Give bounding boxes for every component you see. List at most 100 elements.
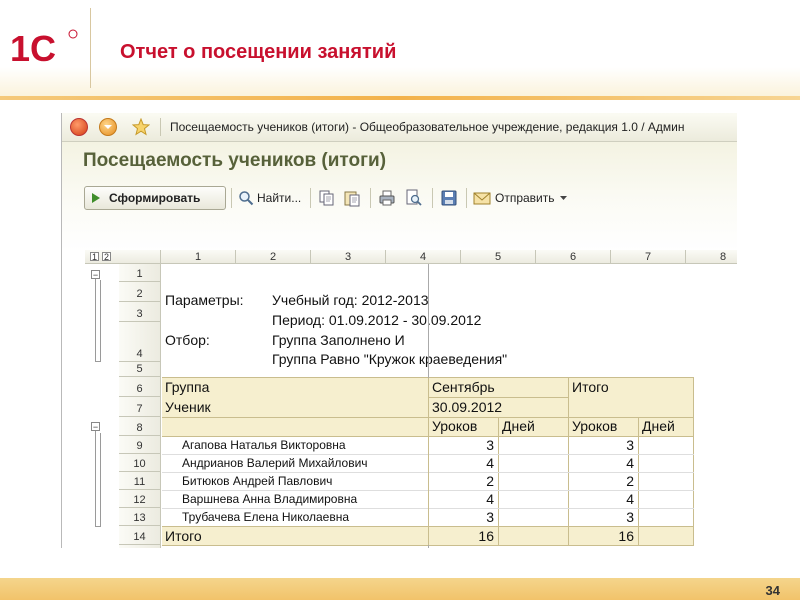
grand-total-lessons: 16 — [618, 528, 634, 544]
student-name[interactable]: Агапова Наталья Викторовна — [182, 438, 346, 452]
student-lessons: 3 — [486, 437, 494, 453]
table-border — [693, 377, 694, 545]
generate-report-button[interactable]: Сформировать — [84, 186, 226, 210]
table-border — [428, 397, 568, 398]
header-total-lessons: Уроков — [572, 418, 618, 434]
paste-button[interactable] — [343, 188, 361, 208]
column-header[interactable]: 6 — [536, 250, 611, 264]
parameter-period: Период: 01.09.2012 - 30.09.2012 — [272, 312, 482, 328]
logo-separator — [90, 8, 91, 88]
print-button[interactable] — [378, 188, 396, 208]
group-outline-line — [100, 280, 101, 361]
group-outline-line — [95, 431, 96, 526]
send-button[interactable]: Отправить — [473, 188, 567, 208]
toolbar-separator — [370, 188, 371, 208]
toolbar-separator — [310, 188, 311, 208]
app-window: Посещаемость учеников (итоги) - Общеобра… — [61, 113, 737, 548]
report-spreadsheet[interactable]: 1 2 1 2 3 4 5 6 7 8 − − 1 2 3 4 5 6 7 8 … — [85, 250, 737, 548]
find-label: Найти... — [257, 191, 302, 205]
student-name[interactable]: Варшнева Анна Владимировна — [182, 492, 357, 506]
column-header[interactable]: 7 — [611, 250, 686, 264]
collapse-group-icon[interactable]: − — [91, 422, 100, 432]
printer-icon — [379, 190, 395, 206]
row-header[interactable]: 12 — [119, 490, 161, 508]
print-preview-button[interactable] — [405, 188, 423, 208]
row-header[interactable]: 10 — [119, 454, 161, 472]
filter-condition-2: Группа Равно "Кружок краеведения" — [272, 351, 508, 367]
1c-logo: 1С — [10, 28, 78, 68]
slide-footer — [0, 578, 800, 600]
student-total-lessons: 4 — [626, 491, 634, 507]
envelope-icon — [473, 192, 491, 205]
row-header[interactable]: 5 — [119, 362, 161, 377]
row-header[interactable]: 14 — [119, 526, 161, 545]
header-lessons: Уроков — [432, 418, 478, 434]
row-header[interactable]: 4 — [119, 322, 161, 362]
find-button[interactable]: Найти... — [238, 188, 301, 208]
total-lessons: 16 — [478, 528, 494, 544]
print-preview-icon — [406, 189, 422, 206]
row-header[interactable]: 13 — [119, 508, 161, 526]
table-border — [498, 417, 499, 545]
student-name[interactable]: Трубачева Елена Николаевна — [182, 510, 349, 524]
search-icon — [239, 191, 254, 206]
window-title: Посещаемость учеников (итоги) - Общеобра… — [170, 120, 685, 134]
toolbar-separator — [432, 188, 433, 208]
student-total-lessons: 4 — [626, 455, 634, 471]
column-header[interactable]: 4 — [386, 250, 461, 264]
generate-report-label: Сформировать — [109, 191, 201, 205]
slide-title: Отчет о посещении занятий — [120, 41, 397, 63]
table-border — [638, 417, 639, 545]
copy-button[interactable] — [318, 188, 336, 208]
student-total-lessons: 3 — [626, 509, 634, 525]
toolbar-separator — [231, 188, 232, 208]
column-header[interactable]: 2 — [236, 250, 311, 264]
student-lessons: 4 — [486, 491, 494, 507]
save-icon — [441, 190, 457, 206]
copy-icon — [319, 190, 334, 206]
column-header[interactable]: 5 — [461, 250, 536, 264]
group-outline-line — [95, 279, 96, 361]
student-lessons: 4 — [486, 455, 494, 471]
filter-condition-1: Группа Заполнено И — [272, 332, 405, 348]
slide-header-stripe — [0, 96, 800, 100]
save-button[interactable] — [440, 188, 458, 208]
dropdown-menu-icon[interactable] — [99, 118, 117, 136]
column-header[interactable]: 3 — [311, 250, 386, 264]
student-lessons: 3 — [486, 509, 494, 525]
row-header[interactable]: 11 — [119, 472, 161, 490]
row-header[interactable]: 3 — [119, 302, 161, 322]
favorite-star-icon[interactable] — [132, 118, 150, 136]
student-name[interactable]: Андрианов Валерий Михайлович — [182, 456, 368, 470]
send-label: Отправить — [495, 191, 555, 205]
1c-logo-icon[interactable] — [70, 118, 88, 136]
row-header[interactable]: 1 — [119, 264, 161, 282]
window-titlebar: Посещаемость учеников (итоги) - Общеобра… — [62, 113, 737, 142]
filter-label: Отбор: — [165, 332, 210, 348]
column-header[interactable]: 1 — [161, 250, 236, 264]
student-name[interactable]: Битюков Андрей Павлович — [182, 474, 332, 488]
student-total-lessons: 2 — [626, 473, 634, 489]
column-header[interactable]: 8 — [686, 250, 737, 264]
titlebar-separator — [160, 118, 161, 136]
collapse-group-icon[interactable]: − — [91, 270, 100, 280]
parameter-school-year: Учебный год: 2012-2013 — [272, 292, 429, 308]
group-level-2-button[interactable]: 2 — [102, 252, 111, 262]
row-header[interactable]: 7 — [119, 397, 161, 417]
form-title: Посещаемость учеников (итоги) — [83, 150, 387, 171]
paste-icon — [344, 191, 360, 207]
row-header[interactable]: 9 — [119, 436, 161, 454]
group-level-1-button[interactable]: 1 — [90, 252, 99, 262]
chevron-down-icon — [559, 195, 567, 200]
header-student: Ученик — [165, 399, 211, 415]
row-header[interactable]: 6 — [119, 377, 161, 397]
slide-page-number: 34 — [765, 583, 780, 598]
group-outline-line — [95, 526, 101, 527]
group-outline-line — [100, 433, 101, 526]
row-header[interactable]: 2 — [119, 282, 161, 302]
row-header[interactable]: 15 — [119, 545, 161, 548]
header-total-days: Дней — [642, 418, 675, 434]
form-body: Посещаемость учеников (итоги) Сформирова… — [62, 142, 737, 548]
1c-logo-text: 1С — [10, 28, 56, 68]
row-header[interactable]: 8 — [119, 417, 161, 436]
